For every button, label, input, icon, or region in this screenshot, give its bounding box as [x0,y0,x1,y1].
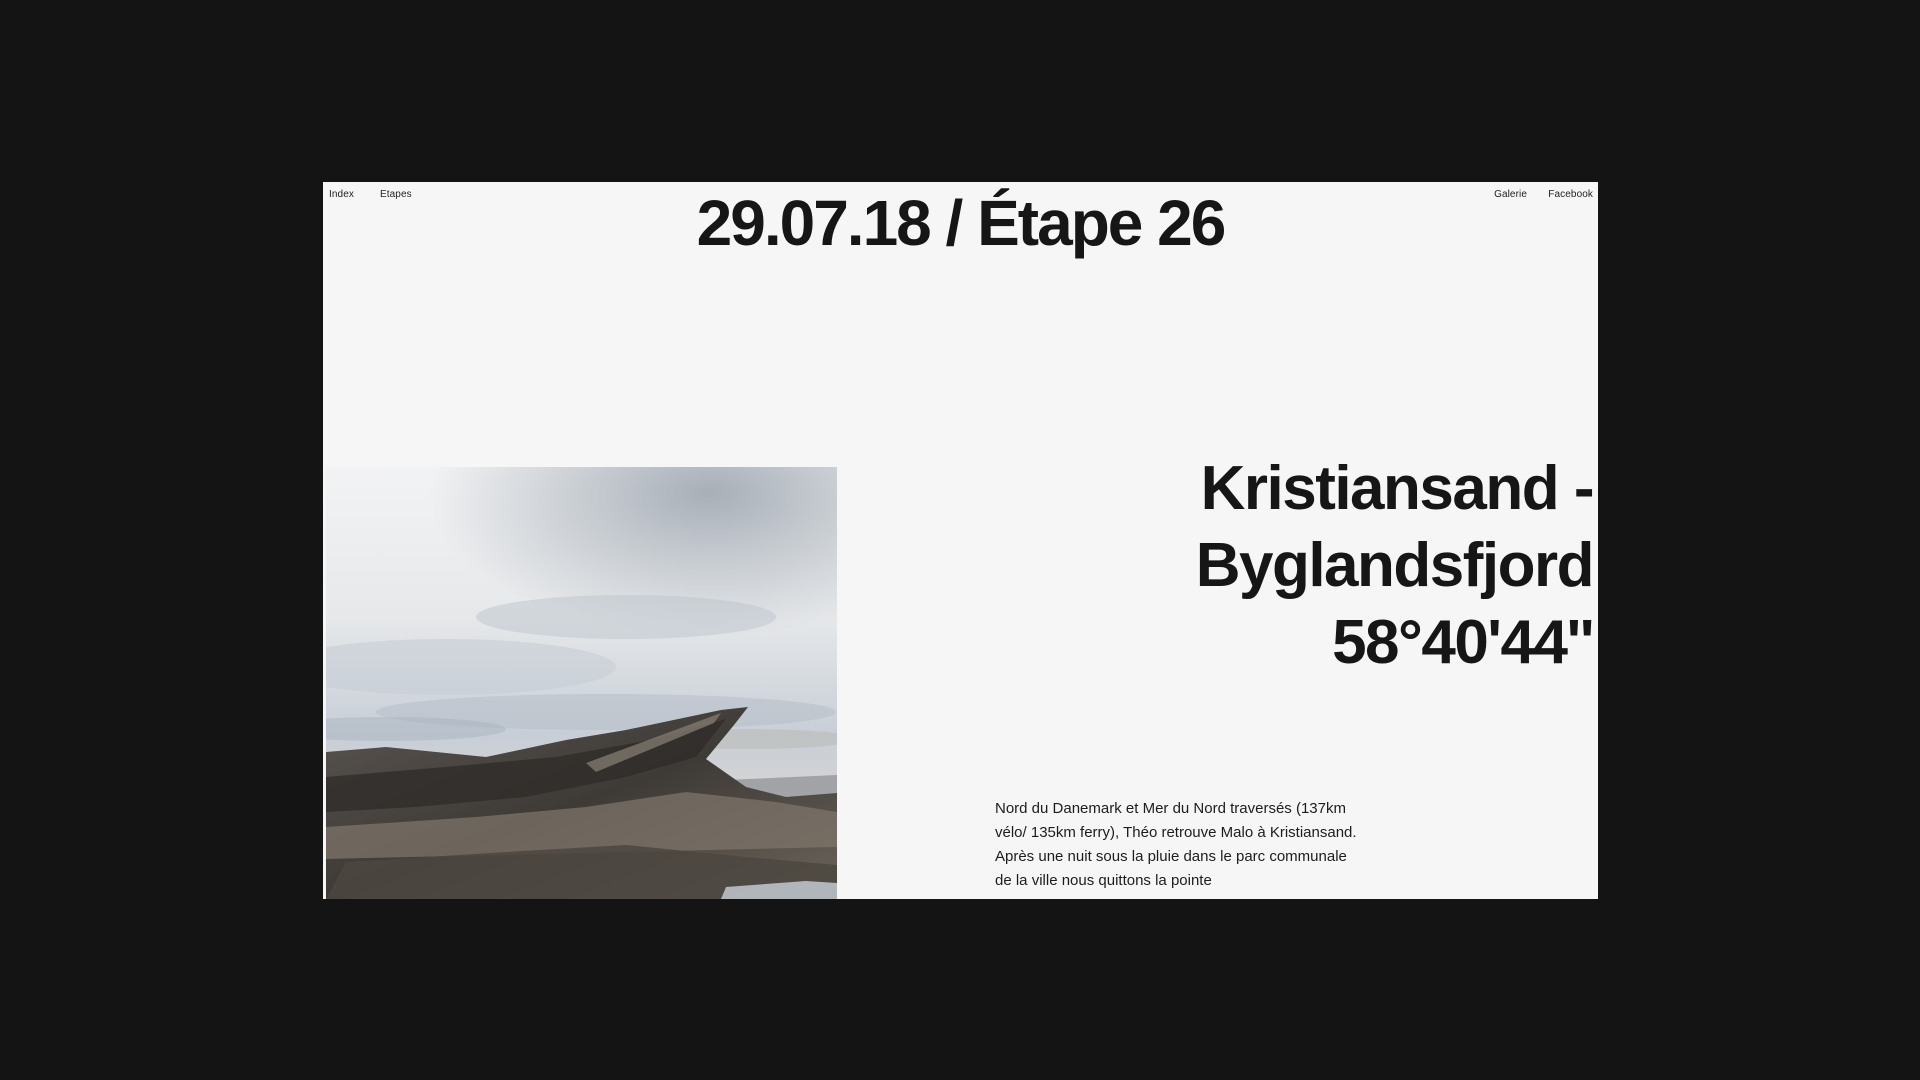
stage-description: Nord du Danemark et Mer du Nord traversé… [995,800,1357,889]
coordinates: 58°40'44'' [1332,608,1594,677]
route-start-end-line2: Byglandsfjord [1195,531,1595,600]
page-title: 29.07.18 / Étape 26 [696,187,1227,259]
website-viewport: Index Etapes Galerie Facebook 29.07.18 /… [323,182,1598,899]
rocky-coastline-photo [326,467,837,899]
stage-heading: Kristiansand - Byglandsfjord 58°40'44'' [1195,450,1595,681]
route-start-end-line1: Kristiansand - [1200,454,1595,523]
